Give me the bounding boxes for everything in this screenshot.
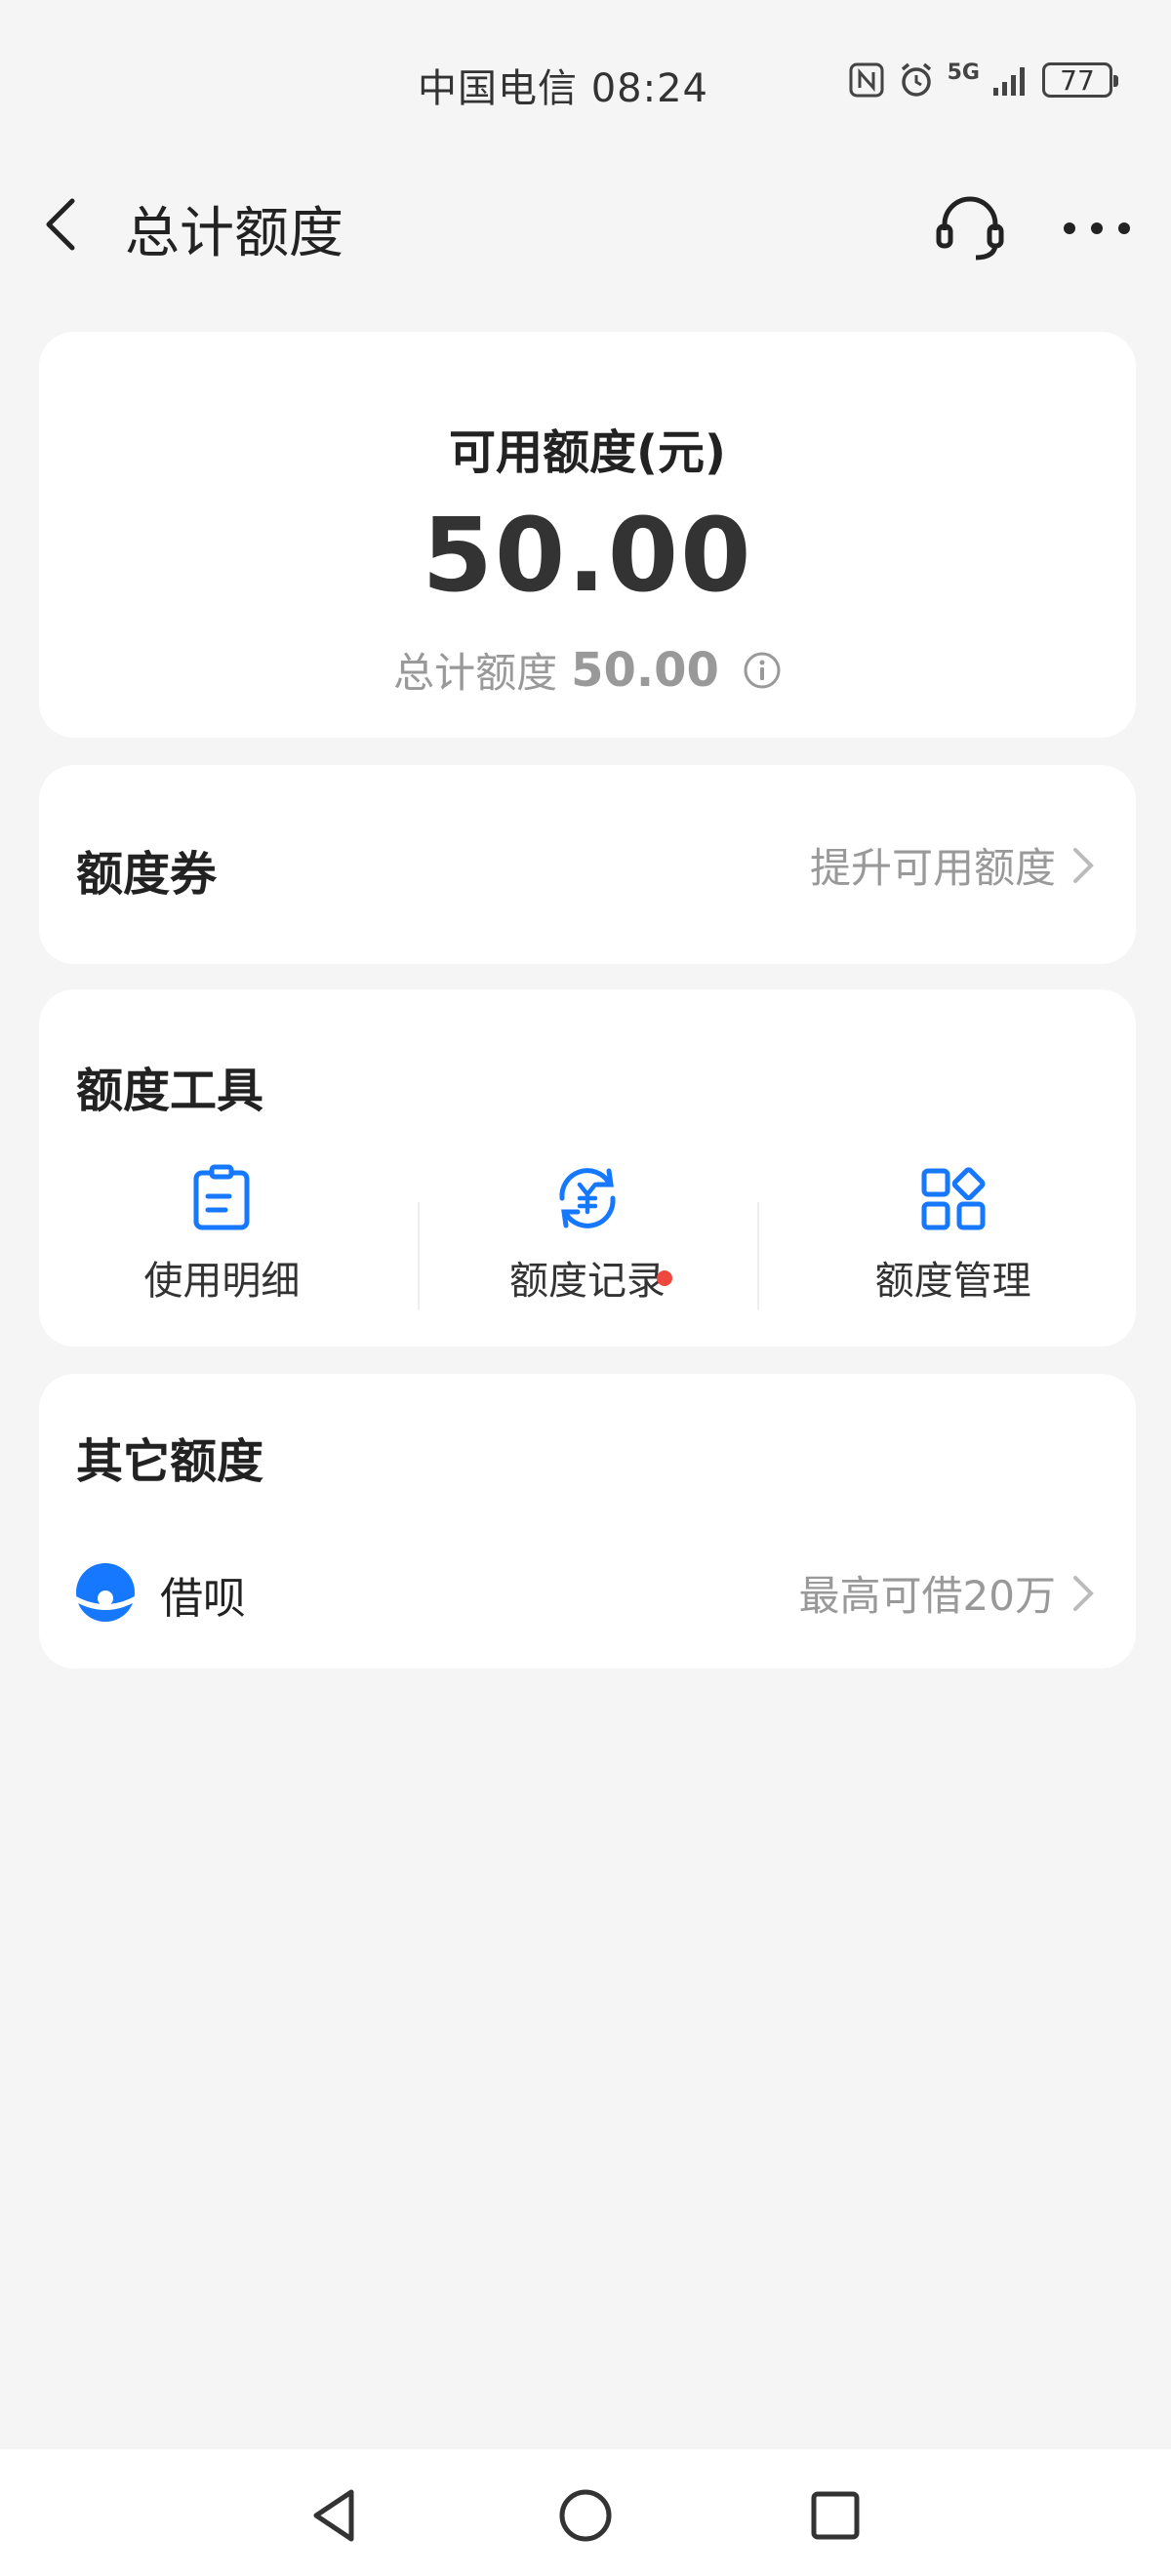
battery-icon: 77 <box>1042 62 1118 98</box>
quota-management-tool[interactable]: 额度管理 <box>770 1163 1136 1319</box>
nav-home-icon[interactable] <box>554 2484 617 2547</box>
document-list-icon <box>193 1164 250 1230</box>
total-quota-label: 总计额度 <box>393 649 558 697</box>
title-bar: 总计额度 <box>0 176 1171 273</box>
notification-red-dot <box>656 1270 672 1286</box>
chevron-right-icon <box>1073 847 1094 883</box>
raise-quota-label: 提升可用额度 <box>809 844 1056 892</box>
grid-manage-icon <box>921 1167 986 1230</box>
chevron-right-icon <box>1073 1575 1094 1611</box>
other-quota-card: 其它额度 借呗 最高可借20万 <box>39 1374 1136 1669</box>
quota-management-label: 额度管理 <box>874 1259 1031 1304</box>
jiebei-borrow-link[interactable]: 最高可借20万 <box>799 1563 1099 1623</box>
available-quota-label: 可用额度(元) <box>449 425 726 480</box>
jiebei-max-borrow-label: 最高可借20万 <box>798 1572 1056 1620</box>
available-quota-value: 50.00 <box>422 496 753 615</box>
usage-details-label: 使用明细 <box>143 1259 301 1304</box>
usage-details-tool[interactable]: 使用明细 <box>39 1163 405 1319</box>
info-icon[interactable] <box>743 651 782 690</box>
battery-level: 77 <box>1060 63 1095 97</box>
jiebei-label[interactable]: 借呗 <box>160 1563 246 1626</box>
nfc-icon <box>849 62 884 98</box>
total-quota-value: 50.00 <box>571 642 719 698</box>
back-arrow-icon[interactable] <box>35 195 94 254</box>
nav-recents-icon[interactable] <box>804 2484 867 2547</box>
total-quota-line: 总计额度 50.00 <box>39 640 1136 700</box>
raise-quota-link[interactable]: 提升可用额度 <box>810 835 1099 895</box>
jiebei-logo-icon <box>76 1563 135 1622</box>
status-bar: 中国电信 08:24 5G 77 <box>0 0 1171 156</box>
system-nav-bar <box>0 2449 1171 2576</box>
quota-records-label: 额度记录 <box>509 1259 666 1304</box>
quota-tools-title: 额度工具 <box>76 1064 264 1118</box>
quota-tools-row: 使用明细 额度记录 额度管理 <box>39 1163 1136 1319</box>
other-quota-title: 其它额度 <box>76 1434 264 1489</box>
alarm-icon <box>901 62 931 97</box>
tool-divider <box>757 1202 759 1309</box>
quota-coupon-title: 额度券 <box>76 847 218 902</box>
available-quota-card: 可用额度(元) 50.00 总计额度 50.00 <box>39 332 1136 738</box>
tool-divider <box>418 1202 420 1309</box>
page-title: 总计额度 <box>125 202 343 265</box>
nav-back-icon[interactable] <box>304 2484 367 2547</box>
quota-tools-card: 额度工具 使用明细 额度记录 额度管理 <box>39 989 1136 1347</box>
more-options-icon[interactable] <box>1060 199 1134 258</box>
signal-icon <box>993 67 1025 96</box>
carrier-time: 中国电信 08:24 <box>418 66 708 111</box>
customer-service-headset-icon[interactable] <box>933 191 1007 265</box>
yuan-refresh-icon <box>559 1168 616 1228</box>
quota-records-tool[interactable]: 额度记录 <box>405 1163 771 1319</box>
quota-coupon-card[interactable]: 额度券 提升可用额度 <box>39 765 1136 964</box>
network-5g-label: 5G <box>947 60 980 85</box>
status-icons: 5G 77 <box>848 60 1118 100</box>
